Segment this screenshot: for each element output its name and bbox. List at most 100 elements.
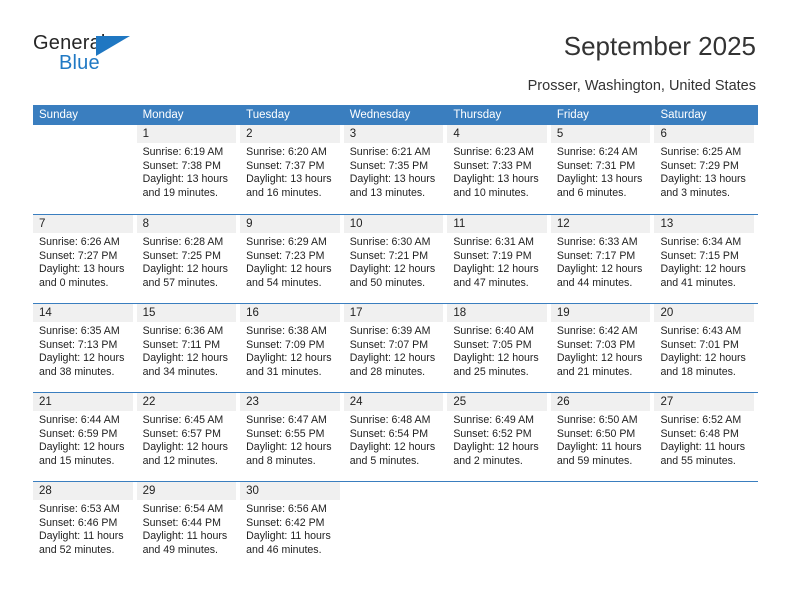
day-cell[interactable]: 1 Sunrise: 6:19 AM Sunset: 7:38 PM Daylight… xyxy=(136,125,241,214)
day-cell[interactable]: 3 Sunrise: 6:21 AM Sunset: 7:35 PM Daylight… xyxy=(343,125,448,214)
day-cell-empty xyxy=(447,482,551,570)
day-detail-line: and 59 minutes. xyxy=(556,454,633,467)
day-detail-line: Sunset: 6:50 PM xyxy=(556,427,636,440)
day-detail-line: Sunset: 7:13 PM xyxy=(39,338,118,351)
day-details: Sunrise: 6:31 AM Sunset: 7:19 PM Daylight:… xyxy=(447,233,547,290)
day-cell-empty xyxy=(33,125,137,214)
day-cell[interactable]: 12 Sunrise: 6:33 AM Sunset: 7:17 PM Dayligh… xyxy=(550,215,655,303)
day-cell[interactable]: 30 Sunrise: 6:56 AM Sunset: 6:42 PM Dayligh… xyxy=(240,482,344,570)
day-detail-line: Sunset: 7:21 PM xyxy=(349,249,429,262)
day-detail-line: Daylight: 11 hours xyxy=(142,530,228,543)
day-cell[interactable]: 20 Sunrise: 6:43 AM Sunset: 7:01 PM Dayligh… xyxy=(654,304,758,392)
day-detail-line: Daylight: 13 hours xyxy=(142,173,228,186)
day-number: 7 xyxy=(33,215,133,233)
day-number: 29 xyxy=(136,482,237,500)
day-details xyxy=(447,500,547,503)
day-cell[interactable]: 25 Sunrise: 6:49 AM Sunset: 6:52 PM Dayligh… xyxy=(447,393,551,481)
day-cell[interactable]: 2 Sunrise: 6:20 AM Sunset: 7:37 PM Daylight… xyxy=(240,125,344,214)
day-detail-line: Sunrise: 6:47 AM xyxy=(246,414,327,426)
day-detail-line: Sunset: 7:03 PM xyxy=(556,338,636,351)
day-cell[interactable]: 8 Sunrise: 6:28 AM Sunset: 7:25 PM Daylight… xyxy=(136,215,241,303)
day-detail-line: Sunset: 6:42 PM xyxy=(246,516,325,529)
calendar-grid: Sunday Monday Tuesday Wednesday Thursday Frid… xyxy=(33,105,758,570)
day-cell[interactable]: 9 Sunrise: 6:29 AM Sunset: 7:23 PM Daylight… xyxy=(240,215,344,303)
day-detail-line: and 28 minutes. xyxy=(349,365,426,378)
day-cell[interactable]: 22 Sunrise: 6:45 AM Sunset: 6:57 PM Dayligh… xyxy=(136,393,241,481)
day-details: Sunrise: 6:40 AM Sunset: 7:05 PM Daylight:… xyxy=(447,322,547,379)
day-number: 14 xyxy=(33,304,133,322)
day-detail-line: and 5 minutes. xyxy=(349,454,420,467)
day-cell[interactable]: 23 Sunrise: 6:47 AM Sunset: 6:55 PM Dayligh… xyxy=(240,393,344,481)
day-cell-empty xyxy=(654,482,758,570)
day-number: 26 xyxy=(550,393,651,411)
day-details: Sunrise: 6:43 AM Sunset: 7:01 PM Daylight:… xyxy=(654,322,754,379)
day-detail-line: Sunrise: 6:20 AM xyxy=(246,146,327,158)
day-cell[interactable]: 29 Sunrise: 6:54 AM Sunset: 6:44 PM Dayligh… xyxy=(136,482,241,570)
day-cell[interactable]: 4 Sunrise: 6:23 AM Sunset: 7:33 PM Daylight… xyxy=(447,125,551,214)
day-cell[interactable]: 27 Sunrise: 6:52 AM Sunset: 6:48 PM Dayligh… xyxy=(654,393,758,481)
day-detail-line: Sunrise: 6:28 AM xyxy=(142,236,224,248)
day-detail-line: and 8 minutes. xyxy=(246,454,316,467)
day-detail-line: and 54 minutes. xyxy=(246,276,322,289)
day-detail-line: Sunrise: 6:30 AM xyxy=(349,236,431,248)
day-details: Sunrise: 6:56 AM Sunset: 6:42 PM Daylight:… xyxy=(240,500,340,557)
day-detail-line: Daylight: 12 hours xyxy=(142,441,228,454)
weekday-header-thursday: Thursday xyxy=(453,109,502,121)
day-detail-line: Daylight: 12 hours xyxy=(453,441,539,454)
day-detail-line: Sunrise: 6:35 AM xyxy=(39,325,120,337)
day-detail-line: Sunrise: 6:53 AM xyxy=(39,503,120,515)
day-number: 16 xyxy=(240,304,340,322)
day-details: Sunrise: 6:48 AM Sunset: 6:54 PM Daylight:… xyxy=(344,411,444,468)
day-detail-line: and 46 minutes. xyxy=(246,543,322,556)
day-detail-line: and 38 minutes. xyxy=(39,365,115,378)
day-cell[interactable]: 10 Sunrise: 6:30 AM Sunset: 7:21 PM Dayligh… xyxy=(343,215,448,303)
day-cell[interactable]: 15 Sunrise: 6:36 AM Sunset: 7:11 PM Dayligh… xyxy=(136,304,241,392)
day-detail-line: Sunrise: 6:19 AM xyxy=(142,146,224,158)
day-details: Sunrise: 6:29 AM Sunset: 7:23 PM Daylight:… xyxy=(240,233,340,290)
day-detail-line: Sunset: 7:11 PM xyxy=(142,338,221,351)
day-detail-line: Daylight: 12 hours xyxy=(246,352,332,365)
day-detail-line: and 41 minutes. xyxy=(660,276,736,289)
day-detail-line: Sunrise: 6:56 AM xyxy=(246,503,327,515)
day-cell[interactable]: 5 Sunrise: 6:24 AM Sunset: 7:31 PM Daylight… xyxy=(550,125,655,214)
day-cell[interactable]: 13 Sunrise: 6:34 AM Sunset: 7:15 PM Dayligh… xyxy=(654,215,758,303)
day-cell[interactable]: 19 Sunrise: 6:42 AM Sunset: 7:03 PM Dayligh… xyxy=(550,304,655,392)
day-cell[interactable]: 7 Sunrise: 6:26 AM Sunset: 7:27 PM Daylight… xyxy=(33,215,137,303)
day-cell[interactable]: 6 Sunrise: 6:25 AM Sunset: 7:29 PM Daylight… xyxy=(654,125,758,214)
day-cell[interactable]: 11 Sunrise: 6:31 AM Sunset: 7:19 PM Dayligh… xyxy=(447,215,551,303)
day-cell[interactable]: 14 Sunrise: 6:35 AM Sunset: 7:13 PM Dayligh… xyxy=(33,304,137,392)
day-details: Sunrise: 6:54 AM Sunset: 6:44 PM Daylight:… xyxy=(137,500,237,557)
day-details: Sunrise: 6:53 AM Sunset: 6:46 PM Daylight:… xyxy=(33,500,133,557)
day-detail-line: Sunrise: 6:21 AM xyxy=(349,146,431,158)
calendar-page: General Blue September 2025 Prosser, Was… xyxy=(0,0,792,612)
day-details: Sunrise: 6:35 AM Sunset: 7:13 PM Daylight:… xyxy=(33,322,133,379)
day-cell[interactable]: 24 Sunrise: 6:48 AM Sunset: 6:54 PM Dayligh… xyxy=(343,393,448,481)
day-cell[interactable]: 18 Sunrise: 6:40 AM Sunset: 7:05 PM Dayligh… xyxy=(447,304,551,392)
day-details: Sunrise: 6:49 AM Sunset: 6:52 PM Daylight:… xyxy=(447,411,547,468)
day-cell-empty xyxy=(344,482,448,570)
weekday-header-row: Sunday Monday Tuesday Wednesday Thursday Frid… xyxy=(33,105,758,125)
day-number: 30 xyxy=(240,482,340,500)
day-detail-line: Sunrise: 6:40 AM xyxy=(453,325,534,337)
day-details: Sunrise: 6:50 AM Sunset: 6:50 PM Daylight:… xyxy=(551,411,651,468)
day-detail-line: Daylight: 12 hours xyxy=(349,263,436,276)
day-details xyxy=(344,500,444,503)
day-cell[interactable]: 28 Sunrise: 6:53 AM Sunset: 6:46 PM Dayligh… xyxy=(33,482,137,570)
day-cell[interactable]: 26 Sunrise: 6:50 AM Sunset: 6:50 PM Dayligh… xyxy=(550,393,655,481)
day-number: 2 xyxy=(240,125,340,143)
brand-logo[interactable]: General Blue xyxy=(33,32,183,82)
day-details xyxy=(33,143,133,146)
day-detail-line: and 12 minutes. xyxy=(142,454,218,467)
day-details: Sunrise: 6:34 AM Sunset: 7:15 PM Daylight:… xyxy=(654,233,754,290)
calendar-week-row: 21 Sunrise: 6:44 AM Sunset: 6:59 PM Dayligh… xyxy=(33,392,758,481)
day-cell[interactable]: 17 Sunrise: 6:39 AM Sunset: 7:07 PM Dayligh… xyxy=(343,304,448,392)
day-details: Sunrise: 6:21 AM Sunset: 7:35 PM Daylight:… xyxy=(344,143,444,200)
day-detail-line: and 18 minutes. xyxy=(660,365,736,378)
day-detail-line: and 34 minutes. xyxy=(142,365,218,378)
weekday-header-monday: Monday xyxy=(142,109,184,121)
day-detail-line: Sunset: 7:09 PM xyxy=(246,338,325,351)
day-cell[interactable]: 21 Sunrise: 6:44 AM Sunset: 6:59 PM Dayligh… xyxy=(33,393,137,481)
day-detail-line: Sunrise: 6:34 AM xyxy=(660,236,742,248)
day-cell[interactable]: 16 Sunrise: 6:38 AM Sunset: 7:09 PM Dayligh… xyxy=(240,304,344,392)
day-number: 8 xyxy=(136,215,237,233)
